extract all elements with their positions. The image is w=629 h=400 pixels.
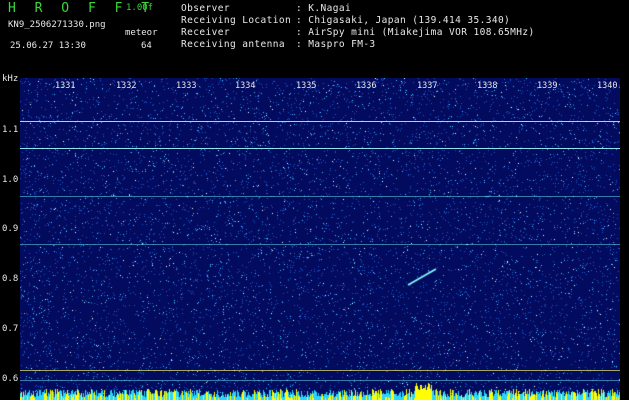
x-tick-1337: 1337 bbox=[417, 81, 438, 91]
x-tick-1338: 1338 bbox=[477, 81, 498, 91]
y-axis-unit: kHz bbox=[2, 74, 19, 84]
datetime-label: 25.06.27 13:30 bbox=[10, 41, 86, 51]
observer-key: Observer bbox=[181, 3, 230, 14]
signal-line bbox=[20, 244, 620, 245]
reference-line bbox=[20, 370, 620, 371]
header-panel: H R O F F T 1.00f KN9_2506271330.png met… bbox=[0, 0, 629, 72]
spectrogram-noise-canvas bbox=[20, 78, 620, 400]
y-tick-1-1: 1.1 bbox=[2, 125, 19, 135]
x-tick-1334: 1334 bbox=[235, 81, 256, 91]
y-tick-0-6: 0.6 bbox=[2, 374, 19, 384]
x-tick-1339: 1339 bbox=[537, 81, 558, 91]
y-tick-0-7: 0.7 bbox=[2, 324, 19, 334]
location-value: : Chigasaki, Japan (139.414 35.340) bbox=[296, 15, 511, 26]
spectrogram-panel: 1331 1332 1333 1334 1335 1336 1337 1338 … bbox=[20, 78, 620, 400]
receiver-key: Receiver bbox=[181, 27, 230, 38]
observer-value: : K.Nagai bbox=[296, 3, 352, 14]
x-tick-1340: 1340 bbox=[597, 81, 618, 91]
signal-line bbox=[20, 196, 620, 197]
version-label: 1.00f bbox=[126, 3, 154, 13]
y-tick-0-9: 0.9 bbox=[2, 224, 19, 234]
x-tick-1332: 1332 bbox=[116, 81, 137, 91]
filename-label: KN9_2506271330.png bbox=[8, 20, 106, 30]
signal-line bbox=[20, 121, 620, 122]
location-key: Receiving Location bbox=[181, 15, 292, 26]
meteor-label: meteor bbox=[125, 28, 158, 38]
x-tick-1335: 1335 bbox=[296, 81, 317, 91]
y-tick-1-0: 1.0 bbox=[2, 175, 19, 185]
x-tick-1333: 1333 bbox=[176, 81, 197, 91]
signal-line bbox=[20, 148, 620, 149]
reference-line bbox=[20, 380, 620, 381]
meteor-count: 64 bbox=[141, 41, 152, 51]
receiver-value: : AirSpy mini (Miakejima VOR 108.65MHz) bbox=[296, 27, 535, 38]
x-tick-1336: 1336 bbox=[356, 81, 377, 91]
x-tick-1331: 1331 bbox=[55, 81, 76, 91]
antenna-value: : Maspro FM-3 bbox=[296, 39, 376, 50]
antenna-key: Receiving antenna bbox=[181, 39, 286, 50]
y-tick-0-8: 0.8 bbox=[2, 274, 19, 284]
